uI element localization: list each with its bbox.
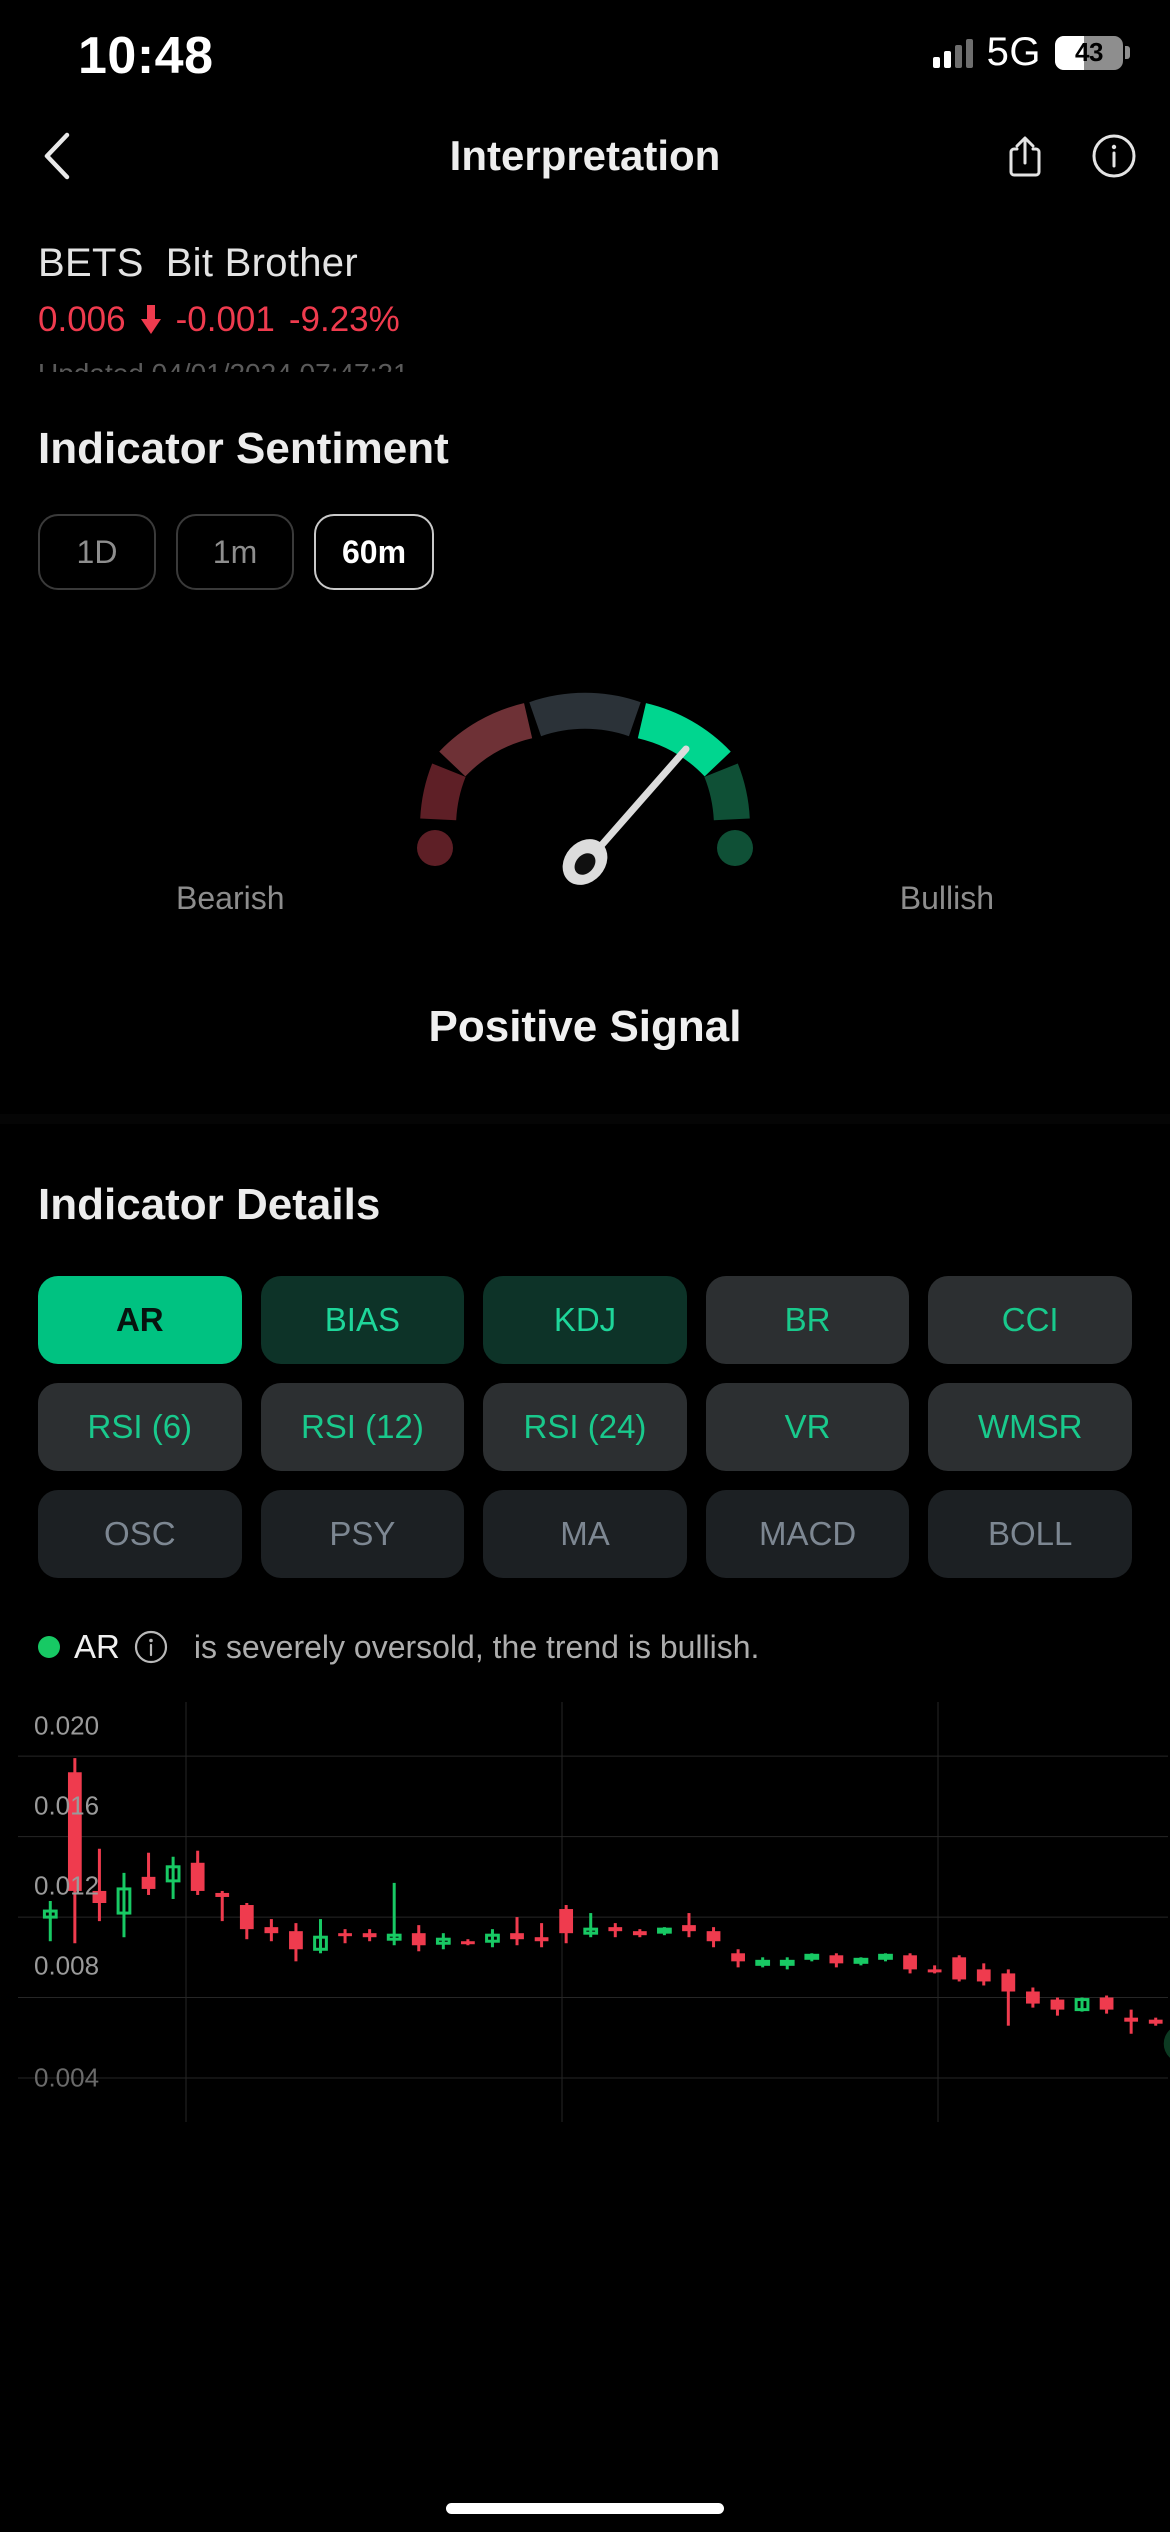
indicator-chip-ma[interactable]: MA (483, 1490, 687, 1578)
indicator-chip-label: MACD (759, 1515, 857, 1552)
y-axis-tick: 0.004 (34, 2062, 100, 2093)
ticker-symbol: BETS (38, 241, 144, 285)
status-bar-time: 10:48 (78, 27, 214, 85)
indicator-chip-label: BIAS (324, 1301, 400, 1338)
indicator-chip-label: AR (115, 1301, 164, 1338)
description-info-button[interactable] (134, 1630, 168, 1664)
indicator-chip-br[interactable]: BR (705, 1276, 910, 1364)
share-icon (1009, 136, 1041, 176)
period-chip-label: 1m (212, 533, 258, 570)
y-axis-tick: 0.008 (34, 1950, 100, 1981)
status-bar: 10:48 5G 43 (0, 0, 1170, 108)
indicator-description: AR is severely oversold, the trend is bu… (0, 1628, 1170, 1666)
sentiment-gauge: Bearish Bullish (0, 648, 1170, 978)
indicator-details-section: Indicator Details AR BIAS KDJ BR CCI RSI… (0, 1180, 1170, 1666)
indicator-chip-rsi6[interactable]: RSI (6) (38, 1383, 242, 1471)
period-chip-60m[interactable]: 60m (314, 514, 435, 590)
gauge-dial (417, 692, 753, 885)
indicator-chip-osc[interactable]: OSC (38, 1490, 242, 1578)
arrow-down-icon (140, 305, 161, 334)
indicator-description-text: is severely oversold, the trend is bulli… (193, 1628, 760, 1665)
status-dot-icon (38, 1636, 60, 1658)
gauge-label-bullish: Bullish (899, 880, 994, 916)
period-chip-1d[interactable]: 1D (38, 514, 156, 590)
indicator-sentiment-section: Indicator Sentiment 1D 1m 60m Bearish Bu… (0, 424, 1170, 1052)
sentiment-section-title: Indicator Sentiment (38, 424, 449, 473)
y-axis-tick: 0.020 (34, 1710, 100, 1741)
indicator-chip-rsi24[interactable]: RSI (24) (483, 1383, 687, 1471)
info-circle-icon (134, 1630, 167, 1664)
indicator-chip-label: BR (784, 1301, 831, 1338)
indicator-chip-label: OSC (104, 1515, 176, 1552)
y-axis-tick: 0.016 (34, 1790, 100, 1821)
indicator-chip-label: RSI (24) (523, 1408, 647, 1445)
details-section-title: Indicator Details (38, 1180, 381, 1229)
indicator-chip-macd[interactable]: MACD (705, 1490, 910, 1578)
indicator-description-code: AR (74, 1628, 120, 1665)
price-change-percent: -9.23% (288, 300, 400, 339)
indicator-chip-label: MA (560, 1515, 610, 1552)
indicator-chip-label: RSI (6) (87, 1408, 193, 1445)
period-selector: 1D 1m 60m (0, 514, 1170, 590)
indicator-chip-rsi12[interactable]: RSI (12) (260, 1383, 465, 1471)
battery-level-label: 43 (1075, 37, 1103, 67)
price-row: 0.006 -0.001 -9.23% (38, 300, 1170, 340)
updated-timestamp-text: Updated 04/01/2024 07:47:21 (38, 358, 409, 372)
navigation-bar: Interpretation (0, 108, 1170, 203)
indicator-chip-label: CCI (1001, 1301, 1059, 1338)
candlestick-chart (18, 1702, 1170, 2122)
indicator-chip-label: PSY (329, 1515, 396, 1552)
indicator-chip-boll[interactable]: BOLL (928, 1490, 1132, 1578)
indicator-chip-cci[interactable]: CCI (928, 1276, 1132, 1364)
indicator-chip-wmsr[interactable]: WMSR (928, 1383, 1132, 1471)
gauge-needle (562, 745, 690, 885)
cellular-bars-icon (932, 38, 973, 68)
indicator-chip-kdj[interactable]: KDJ (483, 1276, 687, 1364)
company-name: Bit Brother (165, 241, 358, 285)
signal-summary: Positive Signal (428, 1002, 742, 1051)
network-type-label: 5G (986, 30, 1041, 74)
price-change: -0.001 (175, 300, 275, 339)
period-chip-label: 60m (342, 533, 407, 570)
indicator-chip-ar[interactable]: AR (38, 1276, 242, 1364)
nav-actions (1002, 130, 1140, 182)
info-circle-icon (1092, 134, 1136, 177)
gauge-segment-bearish (439, 703, 533, 777)
battery-icon: 43 (1055, 35, 1130, 70)
indicator-chip-vr[interactable]: VR (705, 1383, 910, 1471)
gauge-segment-neutral (529, 692, 641, 737)
indicator-chip-label: RSI (12) (300, 1408, 424, 1445)
status-bar-indicators: 5G 43 (932, 30, 1130, 75)
indicator-chip-label: BOLL (988, 1515, 1073, 1552)
period-chip-label: 1D (76, 533, 118, 570)
gauge-label-bearish: Bearish (176, 880, 285, 916)
section-divider (0, 1114, 1170, 1124)
indicator-chip-psy[interactable]: PSY (260, 1490, 465, 1578)
price-chart[interactable]: 0.020 0.016 0.012 0.008 0.004 (0, 1702, 1170, 2122)
quote-header[interactable]: BETS Bit Brother 0.006 -0.001 -9.23% Upda… (0, 203, 1170, 372)
page-title: Interpretation (449, 131, 721, 179)
indicator-chip-label: KDJ (553, 1301, 617, 1338)
period-chip-1m[interactable]: 1m (176, 514, 294, 590)
home-indicator[interactable] (446, 2503, 724, 2514)
indicator-chip-label: VR (784, 1408, 831, 1445)
info-button[interactable] (1088, 130, 1140, 182)
indicator-grid: AR BIAS KDJ BR CCI RSI (6) RSI (12) RSI … (0, 1276, 1170, 1578)
gauge-segment-strong-bearish (420, 763, 466, 821)
last-price: 0.006 (38, 300, 126, 339)
ticker-row: BETS Bit Brother (38, 241, 1170, 286)
indicator-chip-bias[interactable]: BIAS (260, 1276, 465, 1364)
indicator-chip-label: WMSR (977, 1408, 1083, 1445)
share-button[interactable] (1002, 130, 1054, 182)
gauge-segment-strong-bullish (704, 763, 750, 821)
updated-timestamp: Updated 04/01/2024 07:47:21 (38, 358, 1170, 372)
y-axis-tick: 0.012 (34, 1870, 100, 1901)
